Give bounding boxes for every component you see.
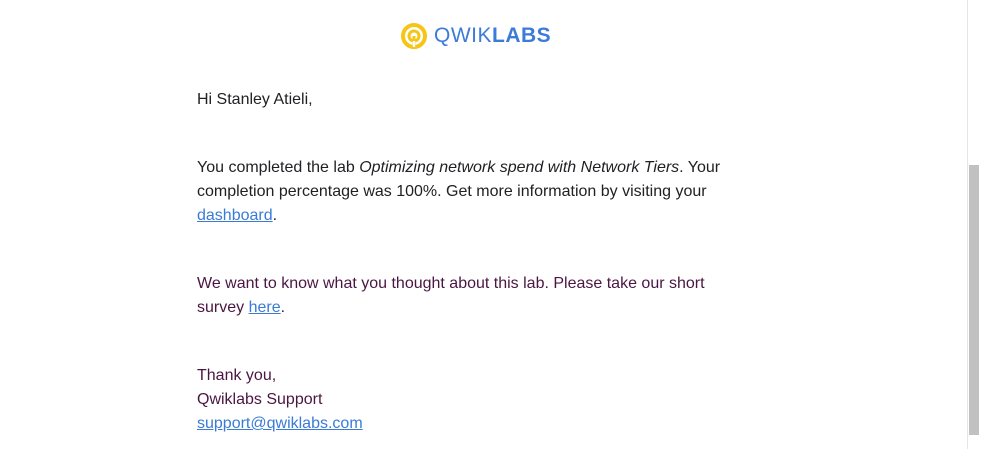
completion-paragraph: You completed the lab Optimizing network… — [197, 156, 737, 228]
dashboard-link[interactable]: dashboard — [197, 207, 273, 224]
lab-name: Optimizing network spend with Network Ti… — [359, 159, 680, 176]
qwiklabs-ring-icon — [401, 23, 427, 49]
completion-prefix: You completed the lab — [197, 159, 360, 176]
logo-wordmark-bold: LABS — [492, 24, 552, 47]
signoff-team: Qwiklabs Support — [197, 391, 323, 408]
greeting: Hi Stanley Atieli, — [197, 91, 313, 108]
survey-paragraph: We want to know what you thought about t… — [197, 272, 737, 320]
logo-wordmark: QWIKLABS — [434, 21, 551, 51]
signoff: Thank you, Qwiklabs Support support@qwikla… — [197, 364, 737, 436]
support-email-link[interactable]: support@qwiklabs.com — [197, 415, 363, 432]
survey-link[interactable]: here — [249, 299, 281, 316]
signoff-thanks: Thank you, — [197, 367, 277, 384]
scrollbar-thumb[interactable] — [969, 165, 979, 435]
qwiklabs-logo: QWIKLABS — [400, 21, 551, 51]
logo-wordmark-light: QWIK — [434, 24, 492, 47]
survey-suffix: . — [280, 299, 286, 316]
completion-suffix: . — [272, 207, 278, 224]
email-body: Hi Stanley Atieli, You completed the lab… — [197, 88, 737, 436]
email-page: QWIKLABS Hi Stanley Atieli, You complete… — [0, 0, 981, 449]
